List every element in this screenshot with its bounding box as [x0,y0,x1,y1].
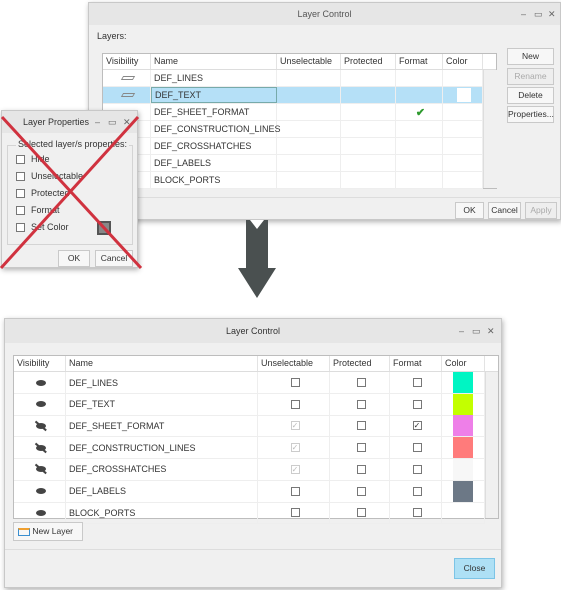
layer-control-dialog-new: Layer Control – ▭ ✕ Visibility Name Unsele… [4,318,502,588]
layer-name[interactable]: BLOCK_PORTS [66,502,258,524]
close-icon[interactable]: ✕ [487,319,495,343]
close-button[interactable]: Close [454,558,495,579]
column-header[interactable]: Format [390,356,442,371]
table-row[interactable]: DEF_CONSTRUCTION_LINES ✓ [14,437,485,460]
unselectable-checkbox[interactable]: ✓ [290,443,300,453]
eye-slash-icon[interactable] [35,420,47,431]
new-layer-label: New Layer [32,526,74,536]
layer-name[interactable]: DEF_TEXT [66,393,258,415]
color-swatch[interactable] [453,458,473,480]
table-row[interactable]: DEF_SHEET_FORMAT ✓ ✓ [14,415,485,438]
column-header[interactable]: Name [66,356,258,371]
down-arrow-icon [238,220,276,298]
eye-icon[interactable] [36,401,46,408]
format-checkbox[interactable]: ✓ [412,421,422,431]
column-header[interactable]: Unselectable [258,356,330,371]
scrollbar[interactable] [485,372,498,518]
color-swatch[interactable] [453,480,473,502]
column-header[interactable]: Visibility [14,356,66,371]
divider [5,549,501,550]
table-row[interactable]: DEF_CROSSHATCHES ✓ [14,458,485,481]
unselectable-checkbox[interactable]: ✓ [290,464,300,474]
eye-icon[interactable] [36,509,46,516]
eye-icon[interactable] [36,379,46,386]
protected-checkbox[interactable] [356,508,366,518]
layer-name[interactable]: DEF_CONSTRUCTION_LINES [66,437,258,459]
layer-name[interactable]: DEF_LABELS [66,480,258,502]
format-checkbox[interactable] [412,443,422,453]
color-swatch[interactable] [453,437,473,459]
protected-checkbox[interactable] [356,464,366,474]
column-header[interactable]: Protected [330,356,390,371]
layer-name[interactable]: DEF_CROSSHATCHES [66,458,258,480]
unselectable-checkbox[interactable] [290,508,300,518]
format-checkbox[interactable] [412,399,422,409]
column-header[interactable]: Color [442,356,485,371]
format-checkbox[interactable] [412,378,422,387]
minimize-icon[interactable]: – [459,319,464,343]
protected-checkbox[interactable] [356,399,366,409]
unselectable-checkbox[interactable] [290,486,300,496]
protected-checkbox[interactable] [356,443,366,453]
eye-icon[interactable] [36,488,46,494]
eye-slash-icon[interactable] [35,463,47,475]
layers-table: Visibility Name Unselectable Protected Forma… [13,355,499,525]
color-swatch[interactable] [453,372,473,393]
protected-checkbox[interactable] [356,486,366,496]
format-checkbox[interactable] [412,464,422,474]
protected-checkbox[interactable] [356,378,366,387]
color-swatch[interactable] [453,415,473,437]
layer-name[interactable]: DEF_SHEET_FORMAT [66,415,258,437]
dialog-title: Layer Control [225,326,281,336]
table-row[interactable]: DEF_LINES [14,372,485,394]
unselectable-checkbox[interactable]: ✓ [290,421,300,431]
unselectable-checkbox[interactable] [290,399,300,409]
unselectable-checkbox[interactable] [290,378,300,387]
color-swatch[interactable] [453,393,473,415]
table-row[interactable]: BLOCK_PORTS [14,502,485,525]
format-checkbox[interactable] [412,486,422,496]
layer-name[interactable]: DEF_LINES [66,372,258,393]
eye-slash-icon[interactable] [35,442,47,453]
maximize-icon[interactable]: ▭ [472,319,481,343]
table-row[interactable]: DEF_TEXT [14,393,485,416]
new-layer-icon [18,527,30,536]
new-layer-button[interactable]: New Layer [13,522,83,541]
table-header: Visibility Name Unselectable Protected Forma… [14,356,498,372]
protected-checkbox[interactable] [356,421,366,431]
table-row[interactable]: DEF_LABELS [14,480,485,503]
format-checkbox[interactable] [412,508,422,518]
